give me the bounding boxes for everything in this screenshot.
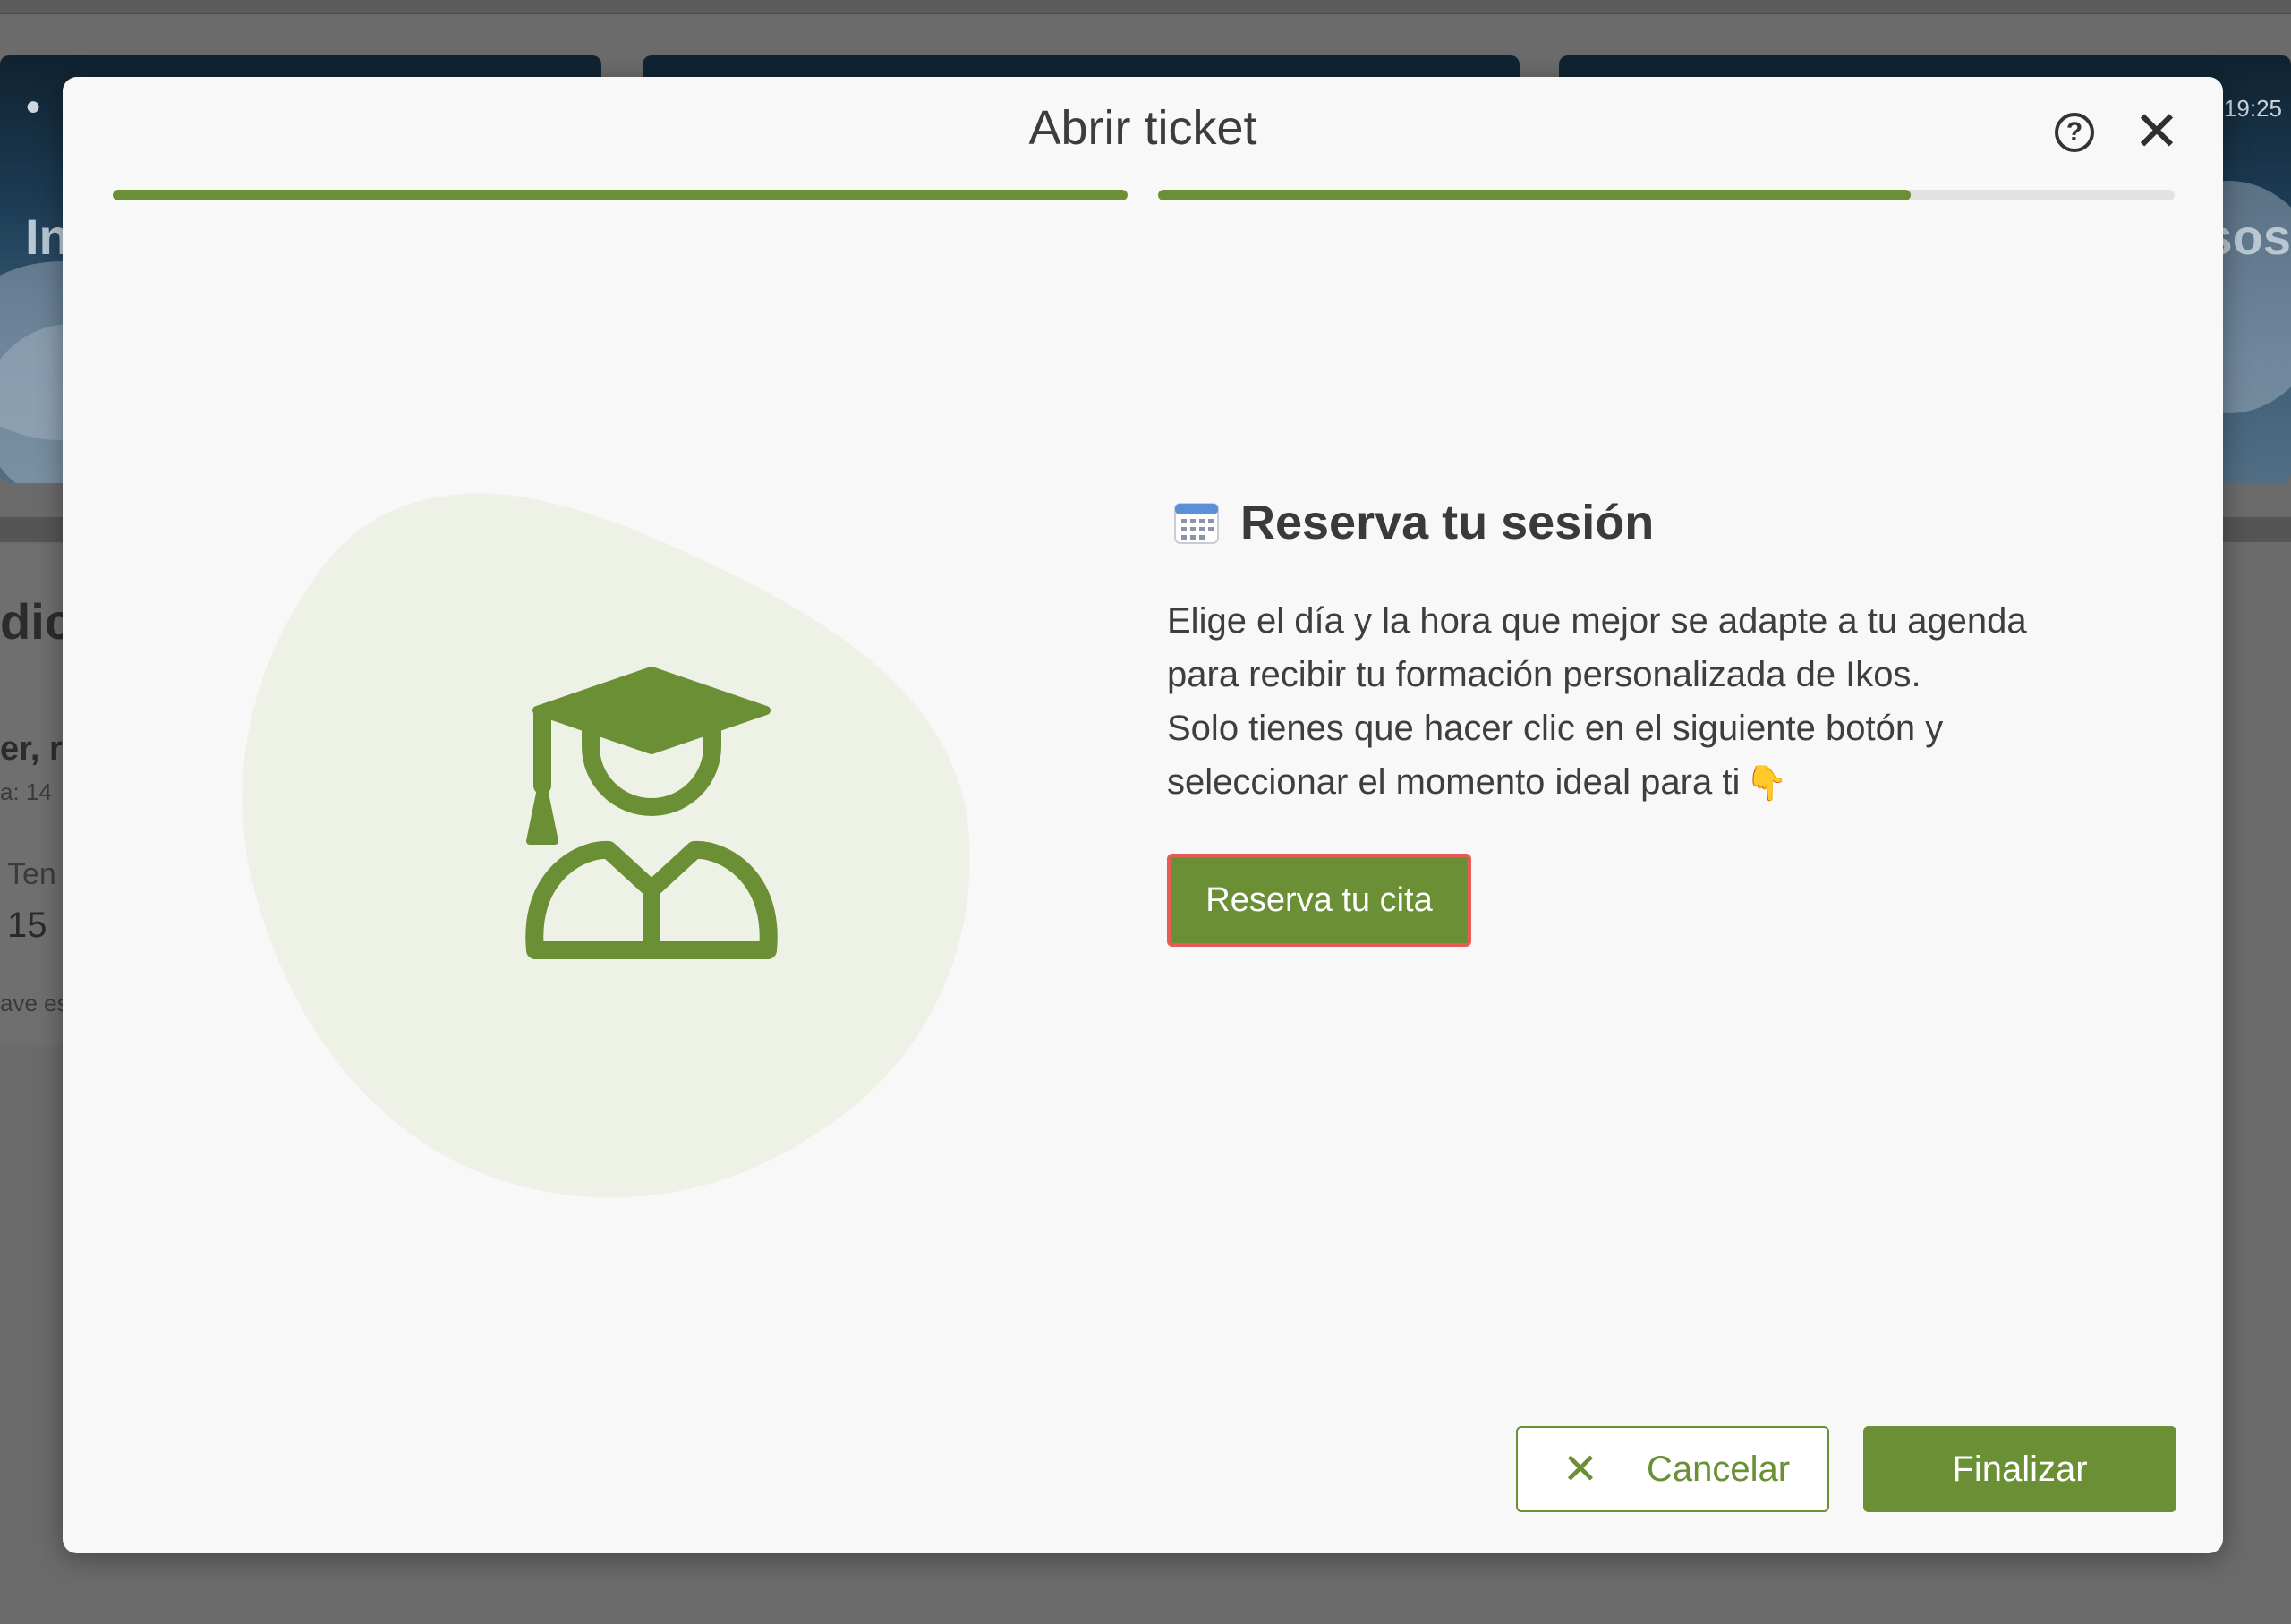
weather-card-right-time: 19:25 — [2223, 95, 2282, 122]
background-heading: dic — [0, 593, 72, 650]
modal-title: Abrir ticket — [1028, 101, 1257, 155]
description-line-4-row: seleccionar el momento ideal para ti 👇 — [1167, 755, 2151, 811]
reserve-appointment-button[interactable]: Reserva tu cita — [1167, 854, 1471, 947]
background-value: 15 — [7, 906, 47, 945]
location-pin-icon: ● — [25, 91, 42, 121]
close-icon[interactable]: ✕ — [2132, 104, 2182, 161]
open-ticket-modal: Abrir ticket ? ✕ Reserva tu sesión Elige… — [63, 77, 2223, 1553]
background-meta: a: 14 — [0, 778, 52, 805]
cancel-button[interactable]: ✕ Cancelar — [1516, 1426, 1829, 1512]
progress-step-2 — [1158, 190, 2175, 200]
illustration — [242, 493, 970, 1198]
progress-fill-2 — [1158, 190, 1911, 200]
calendar-icon — [1174, 503, 1219, 544]
progress-step-1 — [113, 190, 1128, 200]
description: Elige el día y la hora que mejor se adap… — [1167, 594, 2151, 811]
help-icon[interactable]: ? — [2055, 113, 2094, 152]
x-icon: ✕ — [1562, 1446, 1599, 1493]
section-title-text: Reserva tu sesión — [1240, 496, 1655, 549]
background-topbar — [0, 0, 2291, 14]
section-title: Reserva tu sesión — [1172, 487, 1654, 558]
description-line-4: seleccionar el momento ideal para ti — [1167, 762, 1741, 802]
background-footer: ave es — [0, 990, 69, 1016]
pointing-down-hand-icon: 👇 — [1745, 765, 1788, 803]
description-line-3: Solo tienes que hacer clic en el siguien… — [1167, 709, 1944, 748]
progress-fill-1 — [113, 190, 1128, 200]
cancel-button-label: Cancelar — [1647, 1449, 1791, 1489]
description-line-1: Elige el día y la hora que mejor se adap… — [1167, 601, 2027, 641]
background-subheading: er, r — [0, 730, 63, 768]
finish-button[interactable]: Finalizar — [1863, 1426, 2176, 1512]
description-line-2: para recibir tu formación personalizada … — [1167, 655, 1921, 694]
background-label: Ten — [7, 857, 56, 891]
